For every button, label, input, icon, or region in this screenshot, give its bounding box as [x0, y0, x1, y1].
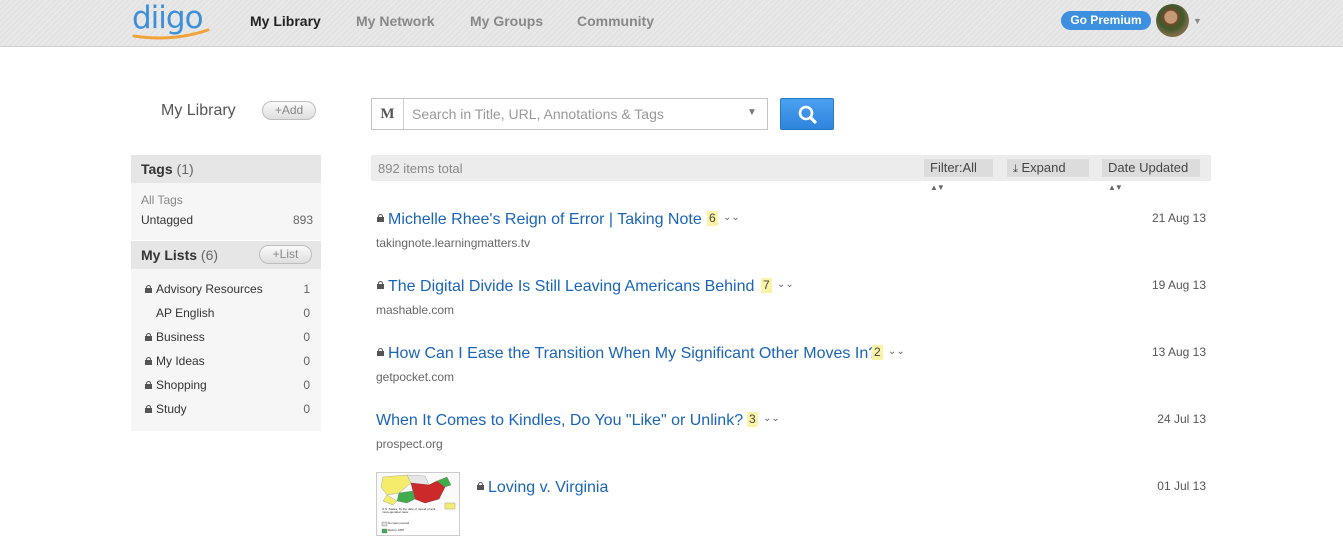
item-url: getpocket.com	[376, 370, 455, 384]
lock-icon	[377, 214, 384, 222]
list-item-label: Study	[156, 402, 187, 416]
go-premium-button[interactable]: Go Premium	[1061, 11, 1151, 30]
list-item-study[interactable]: Study 0	[145, 402, 310, 416]
search-input[interactable]	[412, 99, 742, 129]
item-title-link[interactable]: How Can I Ease the Transition When My Si…	[388, 345, 877, 363]
tag-label: Untagged	[141, 213, 194, 227]
item-url: prospect.org	[376, 437, 443, 451]
all-tags-link[interactable]: All Tags	[141, 193, 313, 207]
item-title-link[interactable]: When It Comes to Kindles, Do You "Like" …	[376, 412, 743, 430]
annotation-count-badge[interactable]: 6	[707, 211, 718, 226]
lock-icon	[145, 333, 152, 341]
list-item-count: 0	[303, 306, 310, 320]
nav-community[interactable]: Community	[577, 13, 654, 29]
item-date: 21 Aug 13	[1151, 211, 1206, 225]
item-date: 19 Aug 13	[1151, 278, 1206, 292]
lock-icon	[377, 281, 384, 289]
list-item-count: 0	[303, 354, 310, 368]
filter-dropdown[interactable]: Filter:All ▲▼	[924, 159, 993, 192]
list-item-advisory-resources[interactable]: Advisory Resources 1	[145, 282, 310, 296]
tag-item-untagged[interactable]: Untagged 893	[141, 213, 313, 227]
lists-heading: My Lists	[141, 247, 198, 263]
filter-label: Filter:All	[930, 160, 977, 175]
us-map-thumbnail-image	[377, 473, 459, 535]
diigo-logo[interactable]: diigo	[132, 0, 212, 42]
search-icon	[798, 105, 817, 124]
list-item-label: My Ideas	[156, 354, 205, 368]
expand-chevron-icon[interactable]: ⌄⌄	[777, 279, 794, 290]
item-title-link[interactable]: Loving v. Virginia	[488, 479, 608, 497]
item-date: 13 Aug 13	[1151, 345, 1206, 359]
list-item-label: Advisory Resources	[156, 282, 263, 296]
sort-arrows-icon: ▲▼	[1108, 183, 1123, 192]
item-title-link[interactable]: The Digital Divide Is Still Leaving Amer…	[388, 278, 754, 296]
item-date: 24 Jul 13	[1157, 412, 1206, 426]
search-dropdown-icon[interactable]: ▼	[747, 107, 757, 118]
sort-label: Date Updated	[1108, 160, 1189, 175]
add-bookmark-button[interactable]: +Add	[262, 101, 316, 120]
list-item-count: 0	[303, 330, 310, 344]
sidebar-title: My Library	[161, 102, 236, 119]
sort-arrows-icon: ▲▼	[930, 183, 945, 192]
search-button[interactable]	[780, 98, 834, 130]
add-list-label: List	[279, 247, 299, 261]
add-button-label: Add	[281, 103, 304, 117]
search-mode-button[interactable]: M	[372, 99, 404, 129]
expand-chevron-icon[interactable]: ⌄⌄	[888, 346, 905, 357]
expand-chevron-icon[interactable]: ⌄⌄	[723, 212, 740, 223]
list-item-shopping[interactable]: Shopping 0	[145, 378, 310, 392]
list-item-label: AP English	[156, 306, 215, 320]
expand-chevron-icon[interactable]: ⌄⌄	[763, 413, 780, 424]
tag-count: 893	[292, 213, 313, 227]
plus-icon: +	[274, 103, 282, 117]
annotation-count-badge[interactable]: 7	[761, 278, 772, 293]
lists-count: (6)	[200, 247, 219, 263]
annotation-count-badge[interactable]: 2	[872, 345, 883, 360]
nav-my-library[interactable]: My Library	[250, 13, 321, 29]
item-title-link[interactable]: Michelle Rhee's Reign of Error | Taking …	[388, 211, 702, 229]
list-item-count: 1	[303, 282, 310, 296]
tags-panel	[131, 183, 321, 240]
item-url: mashable.com	[376, 303, 455, 317]
list-item-label: Business	[156, 330, 205, 344]
list-item-count: 0	[303, 402, 310, 416]
thumbnail-legend-item: Before 1887	[388, 528, 405, 532]
tags-count: (1)	[176, 161, 194, 177]
thumbnail-caption: U.S. States, by the date of repeal of an…	[382, 508, 437, 514]
nav-my-groups[interactable]: My Groups	[470, 13, 543, 29]
lock-icon	[477, 482, 484, 490]
plus-icon: +	[272, 247, 280, 261]
lock-icon	[145, 357, 152, 365]
expand-label: Expand	[1021, 160, 1066, 175]
results-toolbar: 892 items total Filter:All ▲▼ ⤓ Expand D…	[371, 155, 1211, 192]
lock-icon	[145, 405, 152, 413]
nav-my-network[interactable]: My Network	[356, 13, 435, 29]
list-item-my-ideas[interactable]: My Ideas 0	[145, 354, 310, 368]
thumbnail-legend-item: No laws passed	[388, 521, 410, 525]
top-navigation-bar: diigo My Library My Network My Groups Co…	[0, 0, 1343, 47]
lock-icon	[145, 381, 152, 389]
tags-header[interactable]: Tags (1)	[131, 155, 321, 183]
avatar[interactable]	[1156, 4, 1189, 37]
expand-button[interactable]: ⤓ Expand	[1007, 159, 1089, 177]
chevron-down-icon[interactable]: ▼	[1193, 16, 1202, 26]
items-total: 892 items total	[378, 161, 463, 176]
add-list-button[interactable]: +List	[259, 245, 312, 264]
list-item-ap-english[interactable]: AP English 0	[145, 306, 310, 320]
expand-icon: ⤓	[1013, 163, 1018, 175]
annotation-count-badge[interactable]: 3	[747, 412, 758, 427]
list-item-business[interactable]: Business 0	[145, 330, 310, 344]
item-url: takingnote.learningmatters.tv	[376, 236, 531, 250]
logo-swoosh-icon	[132, 28, 210, 40]
item-date: 01 Jul 13	[1157, 479, 1206, 493]
list-item-label: Shopping	[156, 378, 207, 392]
item-thumbnail[interactable]	[376, 472, 460, 536]
list-item-count: 0	[303, 378, 310, 392]
search-box: M ▼	[371, 98, 768, 130]
lock-icon	[145, 285, 152, 293]
tags-heading: Tags	[141, 161, 173, 177]
sort-dropdown[interactable]: Date Updated ▲▼	[1102, 159, 1200, 192]
lock-icon	[377, 348, 384, 356]
